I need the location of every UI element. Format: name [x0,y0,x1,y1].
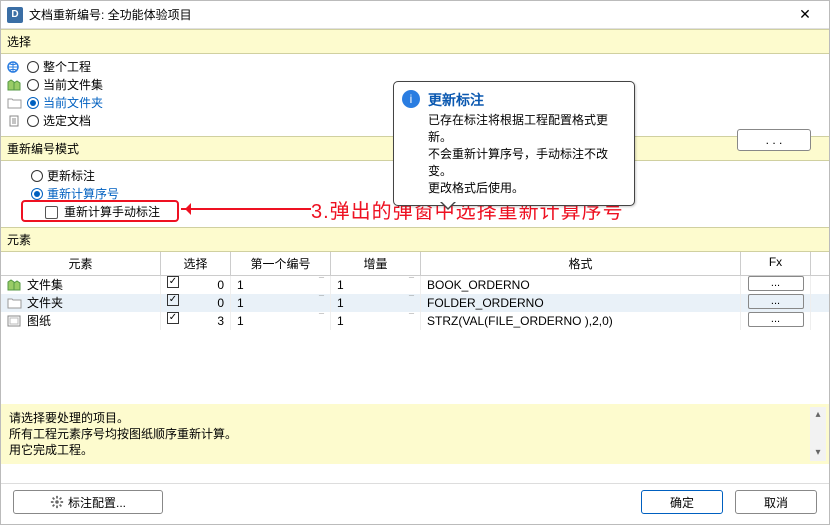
col-inc[interactable]: 增量 [331,252,421,275]
radio-dot [27,79,39,91]
close-button[interactable]: ✕ [785,3,825,27]
table-row[interactable]: 文件夹 0 1¯ 1¯ FOLDER_ORDERNO ... [1,294,829,312]
document-icon [7,115,23,127]
scroll-up-icon[interactable]: ▴ [810,407,826,423]
project-icon [7,61,23,73]
ok-button[interactable]: 确定 [641,490,723,514]
gear-icon [50,495,64,509]
elements-table: 元素 选择 第一个编号 增量 格式 Fx 文件集 0 1¯ 1¯ BOOK_OR… [1,252,829,404]
radio-label: 重新计算序号 [47,187,119,201]
button-bar: 标注配置... 确定 取消 [1,483,829,524]
ok-button-label: 确定 [670,494,694,511]
checkbox-checked-icon[interactable] [167,294,179,306]
cell-format: STRZ(VAL(FILE_ORDERNO ),2,0) [421,312,741,330]
info-icon: i [402,90,420,108]
cell-first: 1 [237,312,244,330]
checkbox [45,206,58,219]
help-line: 请选择要处理的项目。 [9,410,821,426]
cell-sel: 3 [217,312,224,330]
config-button-label: 标注配置... [68,494,126,511]
cell-format: FOLDER_ORDERNO [421,294,741,312]
radio-whole-project[interactable]: 整个工程 [7,58,823,76]
section-select-header: 选择 [1,29,829,54]
cell-format: BOOK_ORDERNO [421,276,741,294]
radio-label: 当前文件夹 [43,96,103,110]
table-row[interactable]: 文件集 0 1¯ 1¯ BOOK_ORDERNO ... [1,276,829,294]
radio-dot [27,97,39,109]
cell-name: 文件集 [27,276,63,294]
tooltip: i 更新标注 已存在标注将根据工程配置格式更新。 不会重新计算序号，手动标注不改… [393,81,635,206]
tooltip-line: 更改格式后使用。 [428,180,624,197]
help-line: 用它完成工程。 [9,442,821,458]
section-elements-header: 元素 [1,227,829,252]
help-line: 所有工程元素序号均按图纸顺序重新计算。 [9,426,821,442]
radio-dot [27,61,39,73]
col-element[interactable]: 元素 [1,252,161,275]
col-first[interactable]: 第一个编号 [231,252,331,275]
table-row[interactable]: 图纸 3 1¯ 1¯ STRZ(VAL(FILE_ORDERNO ),2,0) … [1,312,829,330]
checkbox-checked-icon[interactable] [167,276,179,288]
cell-sel: 0 [217,294,224,312]
fx-button[interactable]: ... [748,312,804,327]
cell-first: 1 [237,276,244,294]
cancel-button[interactable]: 取消 [735,490,817,514]
table-empty-area [1,330,829,404]
folder-icon [7,97,23,109]
fx-button[interactable]: ... [748,276,804,291]
cell-name: 文件夹 [27,294,63,312]
col-format[interactable]: 格式 [421,252,741,275]
radio-dot [27,115,39,127]
scroll-down-icon[interactable]: ▾ [810,445,826,461]
browse-button[interactable]: . . . [737,129,811,151]
cell-inc: 1 [337,312,344,330]
radio-label: 选定文档 [43,114,91,128]
cancel-button-label: 取消 [764,494,788,511]
radio-label: 当前文件集 [43,78,103,92]
table-body: 文件集 0 1¯ 1¯ BOOK_ORDERNO ... 文件夹 0 1¯ 1¯… [1,276,829,404]
col-fx[interactable]: Fx [741,252,811,275]
table-header: 元素 选择 第一个编号 增量 格式 Fx [1,252,829,276]
tooltip-line: 已存在标注将根据工程配置格式更新。 [428,112,624,146]
radio-label: 更新标注 [47,169,95,183]
help-panel: 请选择要处理的项目。 所有工程元素序号均按图纸顺序重新计算。 用它完成工程。 ▴… [1,404,829,464]
dialog-title: 文档重新编号: 全功能体验项目 [29,6,192,23]
radio-dot [31,170,43,182]
app-icon: D [7,7,23,23]
cell-inc: 1 [337,276,344,294]
fileset-icon [7,279,23,291]
help-scrollbar[interactable]: ▴ ▾ [810,407,826,461]
radio-label: 整个工程 [43,60,91,74]
tooltip-line: 不会重新计算序号，手动标注不改变。 [428,146,624,180]
fx-button[interactable]: ... [748,294,804,309]
tooltip-body: 已存在标注将根据工程配置格式更新。 不会重新计算序号，手动标注不改变。 更改格式… [428,112,624,197]
tooltip-title: 更新标注 [428,90,624,110]
folder-icon [7,297,23,309]
tooltip-tail [440,202,456,218]
cell-inc: 1 [337,294,344,312]
col-sel[interactable]: 选择 [161,252,231,275]
check-label: 重新计算手动标注 [64,205,160,219]
cell-first: 1 [237,294,244,312]
cell-sel: 0 [217,276,224,294]
titlebar: D 文档重新编号: 全功能体验项目 ✕ [1,1,829,29]
drawing-icon [7,315,23,327]
checkbox-checked-icon[interactable] [167,312,179,324]
fileset-icon [7,79,23,91]
cell-name: 图纸 [27,312,51,330]
config-button[interactable]: 标注配置... [13,490,163,514]
radio-dot [31,188,43,200]
